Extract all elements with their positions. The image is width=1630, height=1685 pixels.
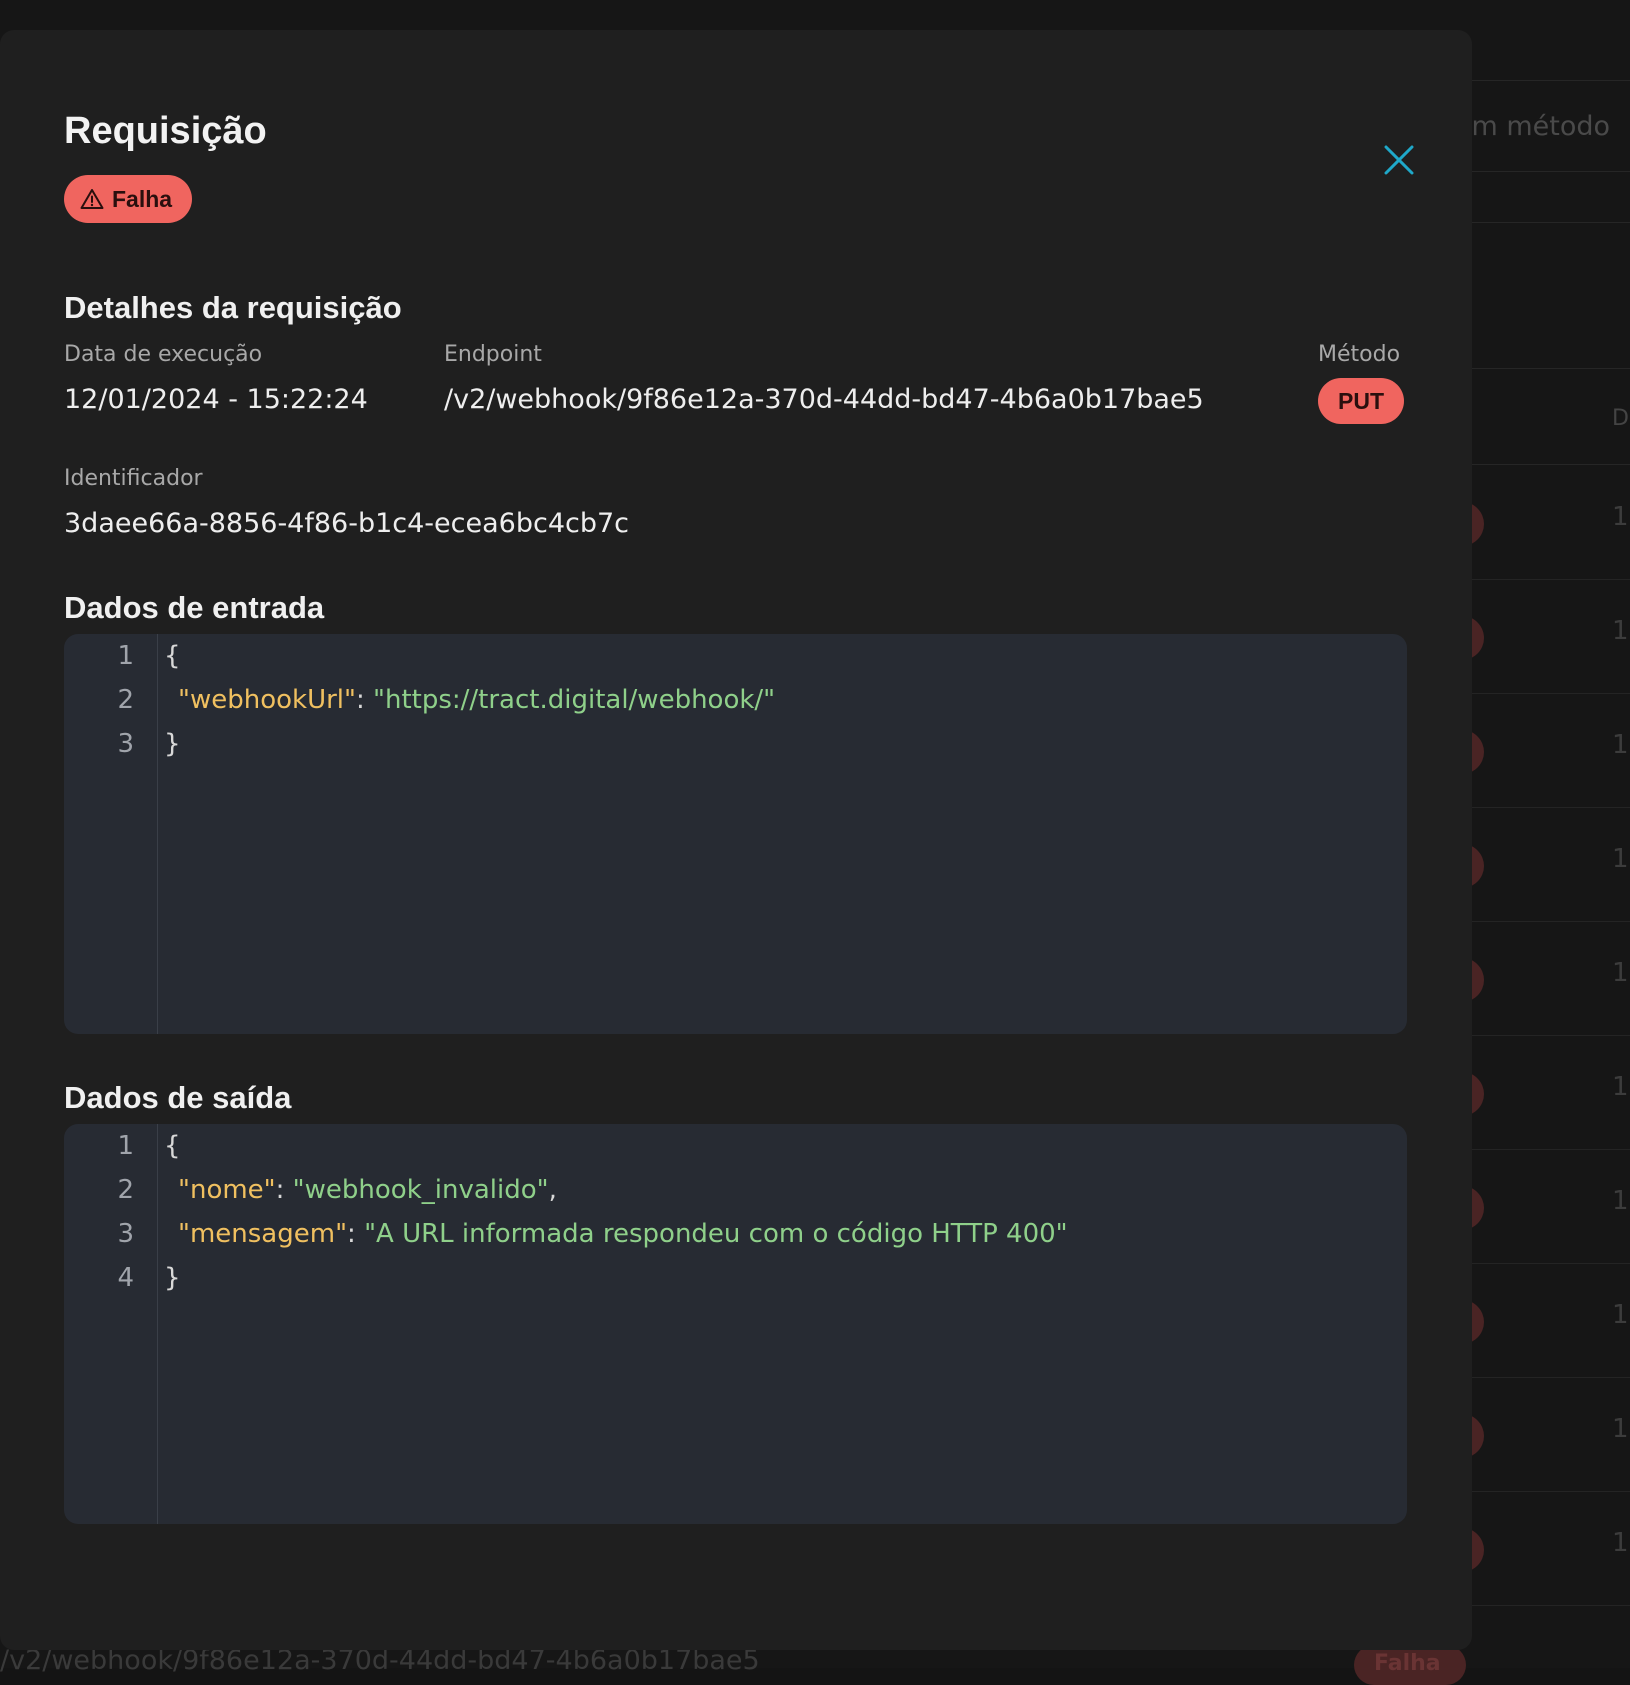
json-key: "nome" (178, 1175, 276, 1205)
column-header: D (1612, 406, 1629, 431)
output-code-editor[interactable]: 1 { 2 "nome": "webhook_invalido", 3 "men… (64, 1124, 1407, 1524)
table-cell: 12 (1612, 1414, 1630, 1444)
line-number: 1 (117, 1131, 134, 1161)
code-line: 2 "webhookUrl": "https://tract.digital/w… (64, 678, 1407, 722)
input-code-editor[interactable]: 1 { 2 "webhookUrl": "https://tract.digit… (64, 634, 1407, 1034)
divider (1470, 222, 1630, 223)
json-brace: } (164, 1263, 181, 1293)
json-brace: { (164, 641, 181, 671)
code-line: 4 } (64, 1256, 1407, 1300)
code-line: 1 { (64, 1124, 1407, 1168)
json-colon: : (347, 1219, 365, 1249)
json-colon: : (355, 685, 374, 715)
endpoint-label: Endpoint (444, 342, 542, 367)
line-number: 4 (117, 1263, 134, 1293)
table-cell: 12 (1612, 1072, 1630, 1102)
warning-icon (80, 189, 104, 209)
divider (1470, 464, 1630, 465)
code-line: 3 "mensagem": "A URL informada respondeu… (64, 1212, 1407, 1256)
json-comma: , (548, 1175, 557, 1205)
table-cell: 12 (1612, 958, 1630, 988)
json-key: "webhookUrl" (178, 685, 356, 715)
close-button[interactable] (1383, 144, 1415, 176)
code-line: 2 "nome": "webhook_invalido", (64, 1168, 1407, 1212)
identifier-label: Identificador (64, 466, 203, 491)
request-modal: Requisição Falha Detalhes da requisição … (0, 30, 1472, 1650)
divider (1470, 368, 1630, 369)
json-brace: { (164, 1131, 181, 1161)
line-number: 2 (117, 1175, 134, 1205)
status-badge: Falha (64, 175, 193, 223)
status-label: Falha (112, 185, 173, 212)
details-section-title: Detalhes da requisição (64, 290, 402, 325)
json-value: "A URL informada respondeu com o código … (364, 1219, 1068, 1249)
identifier-value: 3daee66a-8856-4f86-b1c4-ecea6bc4cb7c (64, 508, 630, 539)
table-cell: 12 (1612, 730, 1630, 760)
line-number: 2 (117, 685, 134, 715)
table-cell: 12 (1612, 502, 1630, 532)
line-number: 3 (117, 729, 134, 759)
json-colon: : (275, 1175, 293, 1205)
code-line: 3 } (64, 722, 1407, 766)
execution-date-label: Data de execução (64, 342, 263, 367)
json-brace: } (164, 729, 181, 759)
execution-date-value: 12/01/2024 - 15:22:24 (64, 384, 368, 415)
table-cell: 12 (1612, 1528, 1630, 1558)
input-section-title: Dados de entrada (64, 590, 325, 625)
modal-title: Requisição (64, 110, 267, 152)
background-row-status: Falha (1354, 1645, 1466, 1685)
table-cell: 12 (1612, 844, 1630, 874)
json-value: "https://tract.digital/webhook/" (373, 685, 776, 715)
code-line: 1 { (64, 634, 1407, 678)
table-cell: 12 (1612, 1186, 1630, 1216)
json-value: "webhook_invalido" (292, 1175, 549, 1205)
table-cell: 12 (1612, 616, 1630, 646)
method-label: Método (1318, 342, 1401, 367)
method-badge: PUT (1318, 378, 1404, 424)
endpoint-value: /v2/webhook/9f86e12a-370d-44dd-bd47-4b6a… (444, 384, 1204, 415)
line-number: 3 (117, 1219, 134, 1249)
json-key: "mensagem" (178, 1219, 348, 1249)
method-filter-placeholder: um método (1454, 111, 1610, 142)
line-number: 1 (117, 641, 134, 671)
table-cell: 12 (1612, 1300, 1630, 1330)
output-section-title: Dados de saída (64, 1080, 292, 1115)
close-icon (1384, 145, 1414, 175)
